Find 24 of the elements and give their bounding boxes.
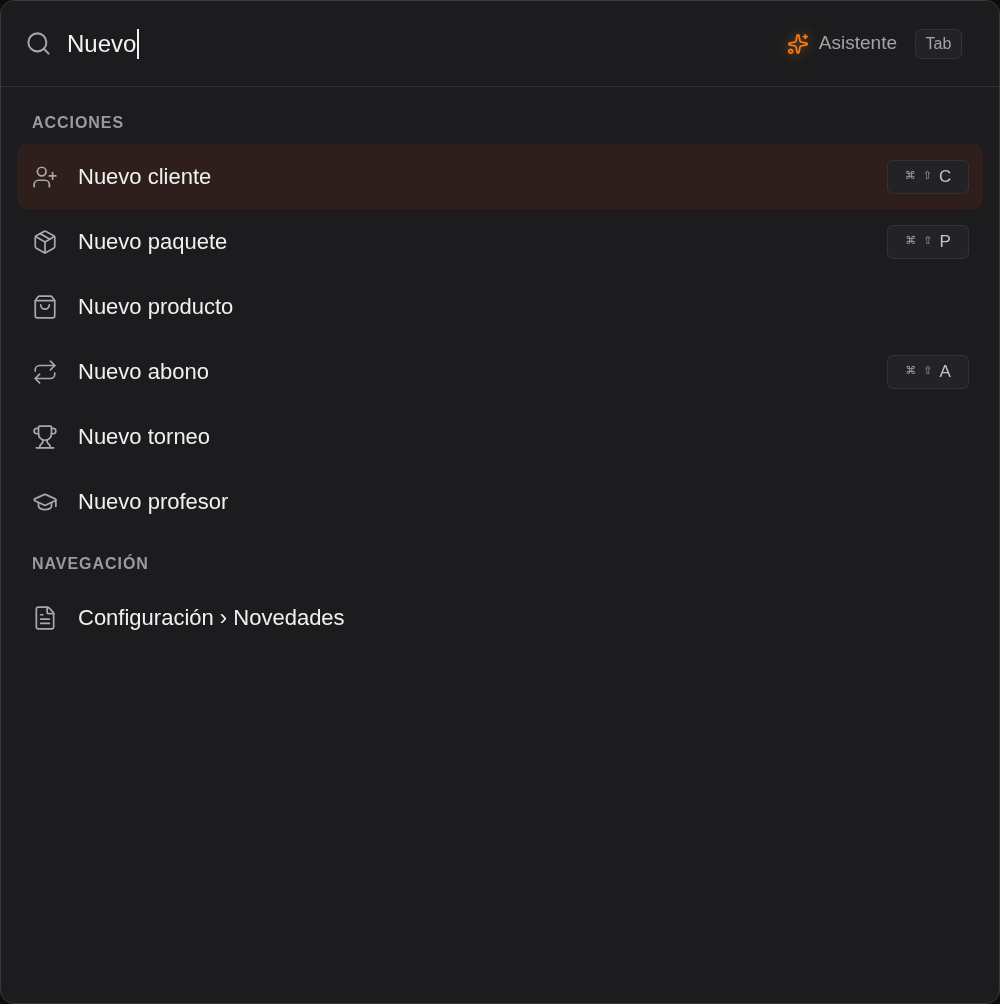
trophy-icon (32, 423, 58, 450)
document-icon (32, 604, 58, 631)
menu-item[interactable]: Nuevo abono ⌘ ⇧ A (17, 339, 983, 404)
section-header: ACCIONES (31, 113, 125, 133)
menu-item[interactable]: Nuevo producto (17, 274, 983, 339)
search-icon (25, 30, 52, 57)
text-cursor (137, 28, 140, 59)
menu-item[interactable]: Nuevo paquete ⌘ ⇧ P (17, 209, 983, 274)
menu-item[interactable]: Nuevo cliente ⌘ ⇧ C (17, 144, 983, 209)
keyboard-shortcut: ⌘ ⇧ C (887, 159, 969, 194)
menu-item[interactable]: Configuración › Novedades (17, 585, 983, 650)
keyboard-shortcut: ⌘ ⇧ P (887, 224, 969, 259)
sparkle-icon (786, 32, 809, 55)
keyboard-shortcut: ⌘ ⇧ A (887, 354, 969, 389)
assistant-button[interactable]: Asistente (786, 29, 897, 58)
search-field[interactable]: Nuevo (67, 25, 787, 62)
tab-key: Tab (915, 28, 962, 59)
menu-item[interactable]: Nuevo torneo (17, 404, 983, 469)
bag-icon (32, 293, 58, 320)
section-header: NAVEGACIÓN (31, 553, 149, 574)
user-plus-icon (32, 163, 58, 190)
box-icon (32, 228, 58, 255)
menu-item[interactable]: Nuevo profesor (17, 469, 983, 534)
repeat-arrows-icon (32, 358, 58, 385)
